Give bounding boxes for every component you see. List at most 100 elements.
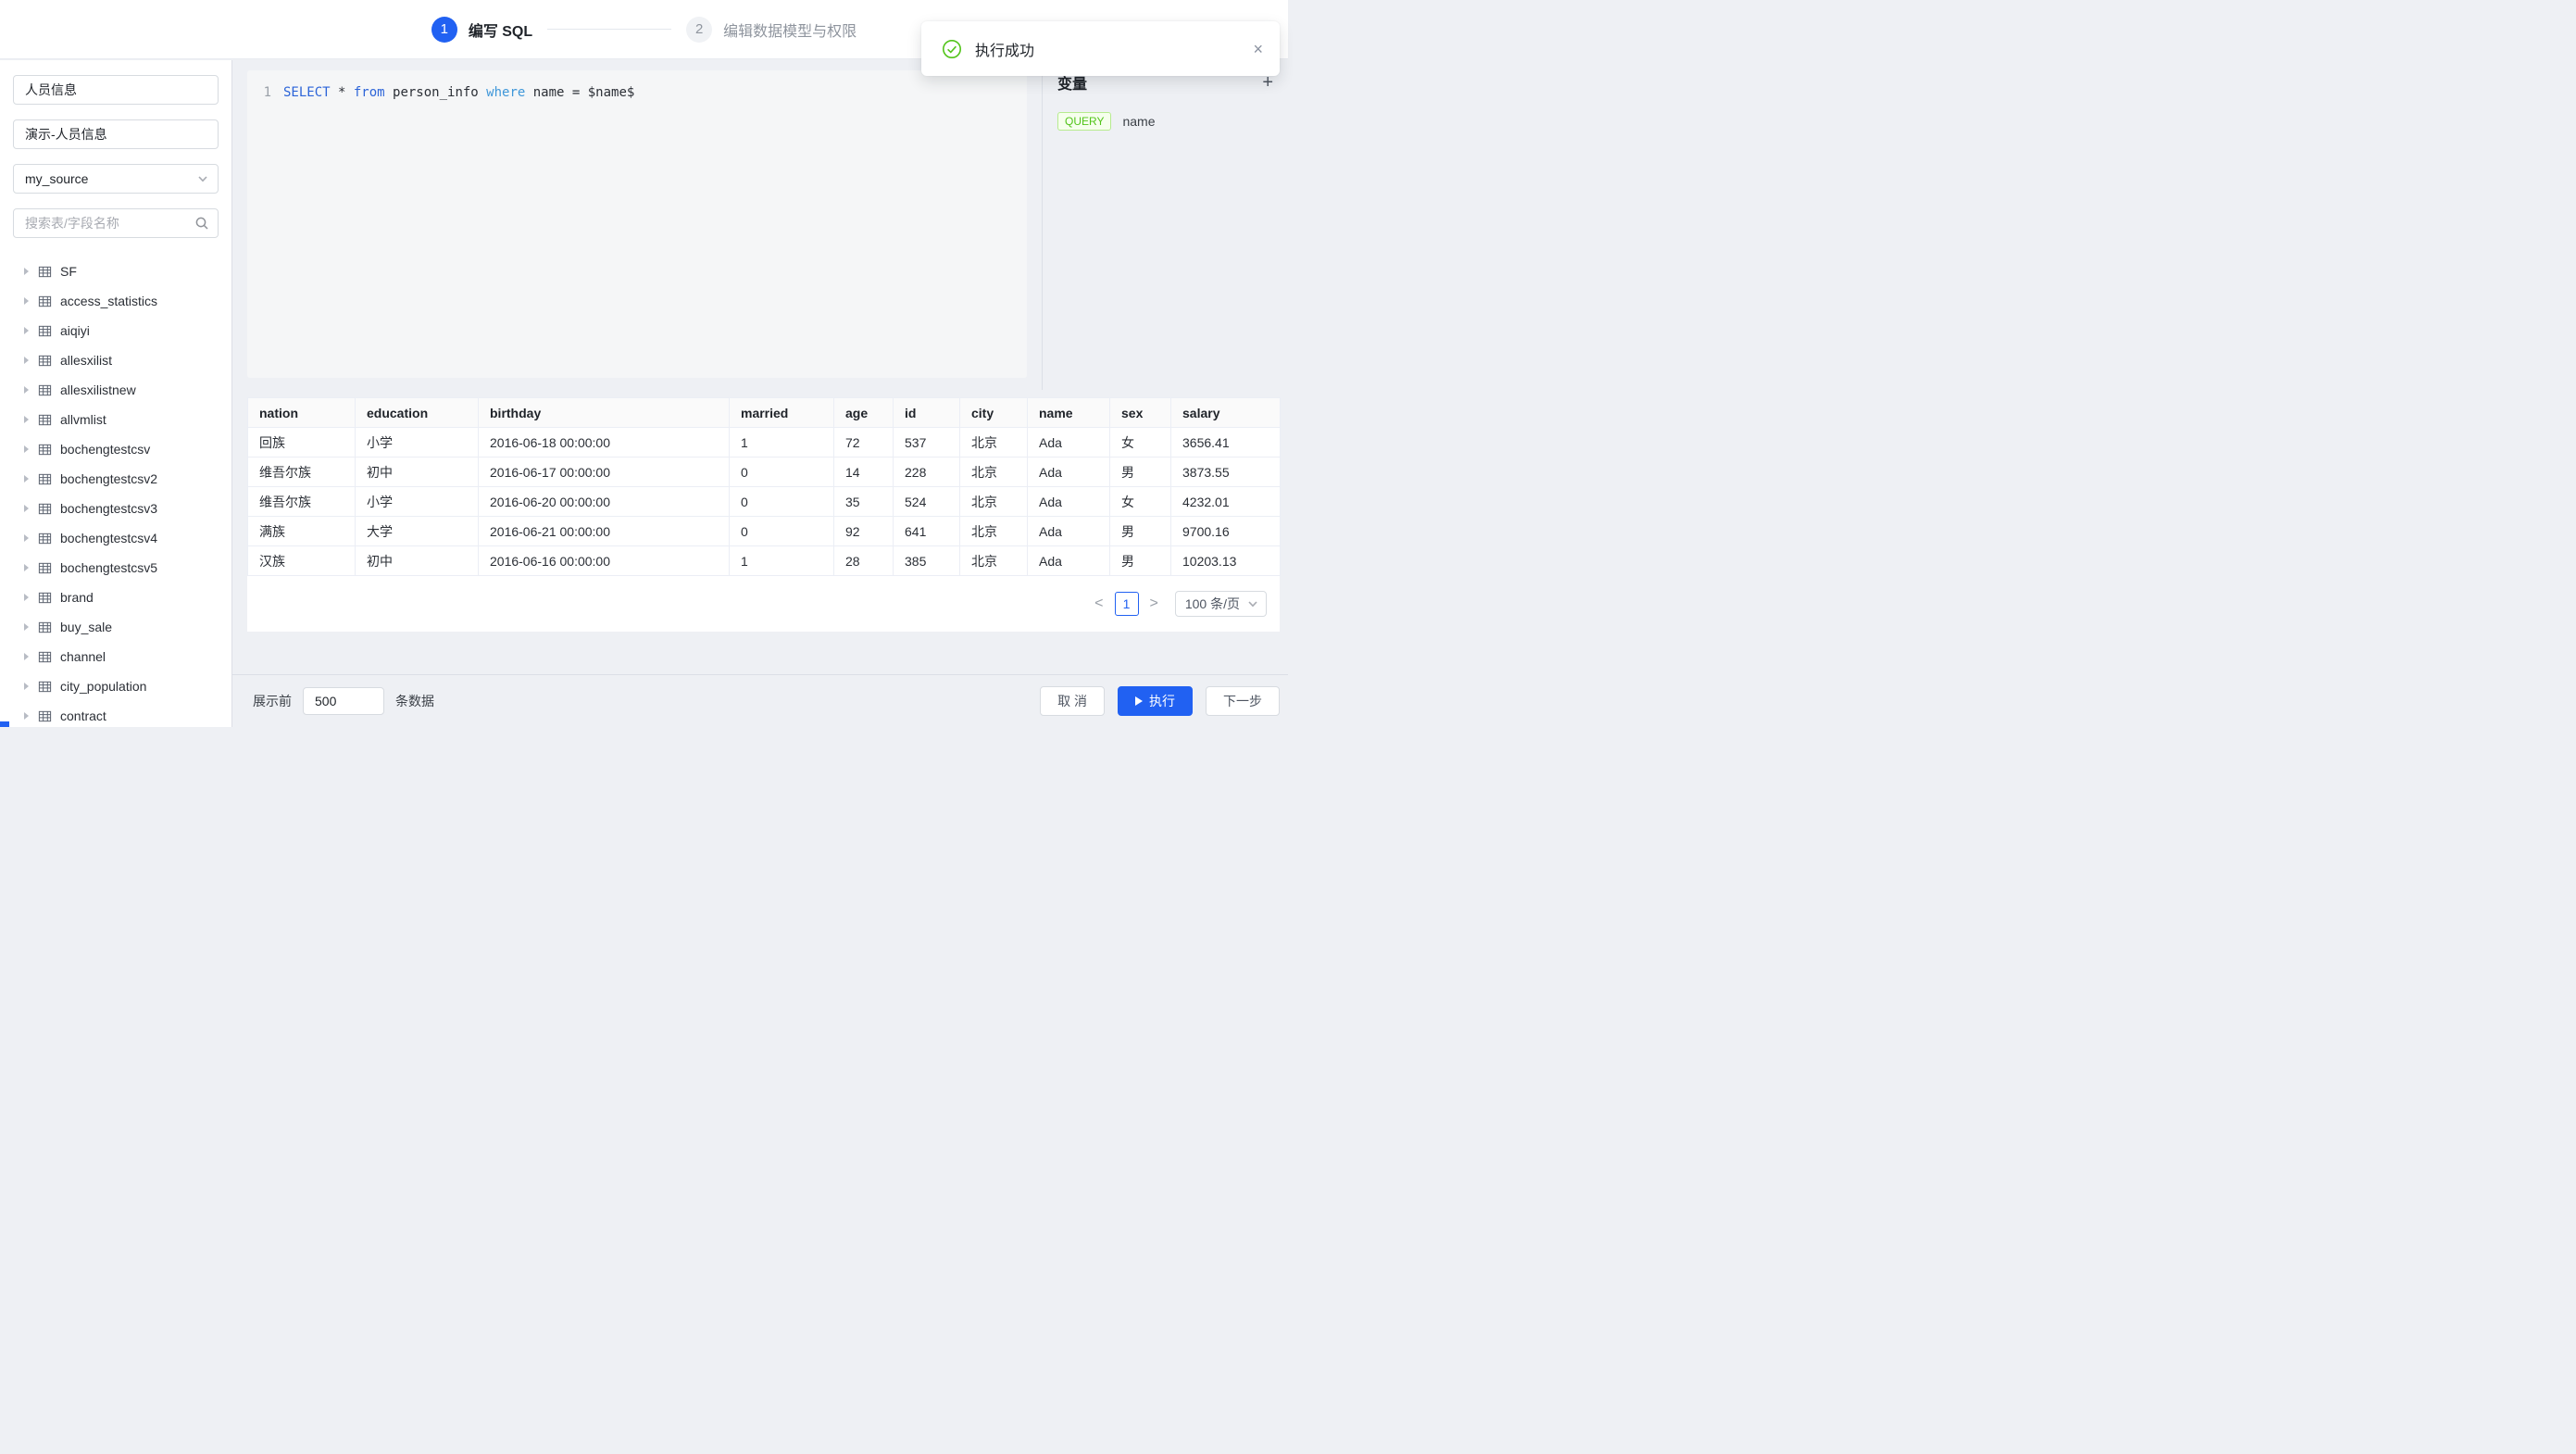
limit-input[interactable] (303, 687, 384, 715)
tree-item-bochengtestcsv5[interactable]: bochengtestcsv5 (13, 553, 219, 583)
tree-item-buy_sale[interactable]: buy_sale (13, 612, 219, 642)
caret-icon[interactable] (24, 683, 29, 690)
cell: 1 (730, 428, 834, 458)
caret-icon[interactable] (24, 623, 29, 631)
table-tree: SF access_statisticsaiqiyiallesxilistalle… (13, 257, 219, 727)
pagination: < 1 > 100 条/页 (247, 576, 1280, 632)
cell: 满族 (248, 517, 356, 546)
tree-item-bochengtestcsv4[interactable]: bochengtestcsv4 (13, 523, 219, 553)
add-variable-button[interactable]: + (1262, 73, 1273, 92)
cell: 汉族 (248, 546, 356, 576)
tree-item-city_population[interactable]: city_population (13, 671, 219, 701)
cell: 72 (834, 428, 894, 458)
run-button[interactable]: 执行 (1118, 686, 1193, 716)
prev-page-button[interactable]: < (1093, 595, 1105, 612)
table-icon (38, 383, 52, 397)
next-step-button[interactable]: 下一步 (1206, 686, 1280, 716)
caret-icon[interactable] (24, 445, 29, 453)
cell: 2016-06-17 00:00:00 (479, 458, 730, 487)
variable-type-tag: QUERY (1057, 112, 1111, 131)
caret-icon[interactable] (24, 712, 29, 720)
cell: 回族 (248, 428, 356, 458)
datasource-select[interactable]: my_source (13, 164, 219, 194)
caret-icon[interactable] (24, 357, 29, 364)
cell: 北京 (960, 517, 1028, 546)
cell: 228 (894, 458, 960, 487)
cell: Ada (1028, 517, 1110, 546)
sql-token: person_info (385, 85, 487, 100)
sql-code: SELECT * from person_info where name = $… (283, 83, 634, 102)
page-size-select[interactable]: 100 条/页 (1175, 591, 1267, 617)
caret-icon[interactable] (24, 475, 29, 483)
tree-item-aiqiyi[interactable]: aiqiyi (13, 316, 219, 345)
table-name: allvmlist (60, 412, 106, 427)
cell: 2016-06-20 00:00:00 (479, 487, 730, 517)
cell: 女 (1110, 428, 1171, 458)
cell: 92 (834, 517, 894, 546)
sql-token: where (486, 85, 525, 100)
search-input[interactable] (13, 208, 219, 238)
sql-token: name = $name$ (525, 85, 634, 100)
caret-icon[interactable] (24, 386, 29, 394)
tree-item-channel[interactable]: channel (13, 642, 219, 671)
caret-icon[interactable] (24, 416, 29, 423)
cancel-button[interactable]: 取 消 (1040, 686, 1105, 716)
success-icon (942, 39, 962, 59)
dataset-desc-input[interactable] (13, 119, 219, 149)
cell: 1 (730, 546, 834, 576)
caret-icon[interactable] (24, 327, 29, 334)
dataset-name-input[interactable] (13, 75, 219, 105)
cell: 维吾尔族 (248, 487, 356, 517)
caret-icon[interactable] (24, 268, 29, 275)
cell: 男 (1110, 517, 1171, 546)
step-2-label: 编辑数据模型与权限 (723, 19, 857, 41)
table-row: 满族大学2016-06-21 00:00:00092641北京Ada男9700.… (248, 517, 1281, 546)
table-icon (38, 561, 52, 575)
tree-item-allesxilist[interactable]: allesxilist (13, 345, 219, 375)
column-header-married: married (730, 398, 834, 428)
tree-item-allvmlist[interactable]: allvmlist (13, 405, 219, 434)
cell: 641 (894, 517, 960, 546)
column-header-age: age (834, 398, 894, 428)
run-button-label: 执行 (1149, 692, 1175, 710)
limit-label-prefix: 展示前 (253, 692, 292, 710)
datasource-value: my_source (25, 171, 88, 186)
cell: 女 (1110, 487, 1171, 517)
caret-icon[interactable] (24, 534, 29, 542)
caret-icon[interactable] (24, 653, 29, 660)
next-page-button[interactable]: > (1148, 595, 1160, 612)
tree-item-access_statistics[interactable]: access_statistics (13, 286, 219, 316)
tree-item-bochengtestcsv3[interactable]: bochengtestcsv3 (13, 494, 219, 523)
tree-item-contract[interactable]: contract (13, 701, 219, 727)
tree-item-allesxilistnew[interactable]: allesxilistnew (13, 375, 219, 405)
cell: 北京 (960, 458, 1028, 487)
table-name: bochengtestcsv5 (60, 560, 157, 575)
close-icon[interactable]: × (1253, 41, 1263, 57)
search-icon (194, 216, 209, 231)
table-icon (38, 295, 52, 308)
column-header-sex: sex (1110, 398, 1171, 428)
table-icon (38, 709, 52, 723)
scrollbar-thumb[interactable] (0, 721, 9, 727)
tree-item-SF[interactable]: SF (13, 257, 219, 286)
limit-label-suffix: 条数据 (395, 692, 434, 710)
caret-icon[interactable] (24, 297, 29, 305)
search-box (13, 208, 219, 238)
step-2: 2 编辑数据模型与权限 (686, 17, 857, 43)
cell: Ada (1028, 458, 1110, 487)
tree-item-bochengtestcsv[interactable]: bochengtestcsv (13, 434, 219, 464)
table-name: access_statistics (60, 294, 157, 308)
tree-item-brand[interactable]: brand (13, 583, 219, 612)
caret-icon[interactable] (24, 564, 29, 571)
caret-icon[interactable] (24, 594, 29, 601)
cell: Ada (1028, 428, 1110, 458)
cell: 35 (834, 487, 894, 517)
cell: 14 (834, 458, 894, 487)
current-page[interactable]: 1 (1115, 592, 1139, 616)
cell: 0 (730, 487, 834, 517)
caret-icon[interactable] (24, 505, 29, 512)
sql-editor[interactable]: 1 SELECT * from person_info where name =… (247, 70, 1027, 378)
tree-item-bochengtestcsv2[interactable]: bochengtestcsv2 (13, 464, 219, 494)
chevron-down-icon (197, 173, 208, 184)
table-icon (38, 620, 52, 634)
